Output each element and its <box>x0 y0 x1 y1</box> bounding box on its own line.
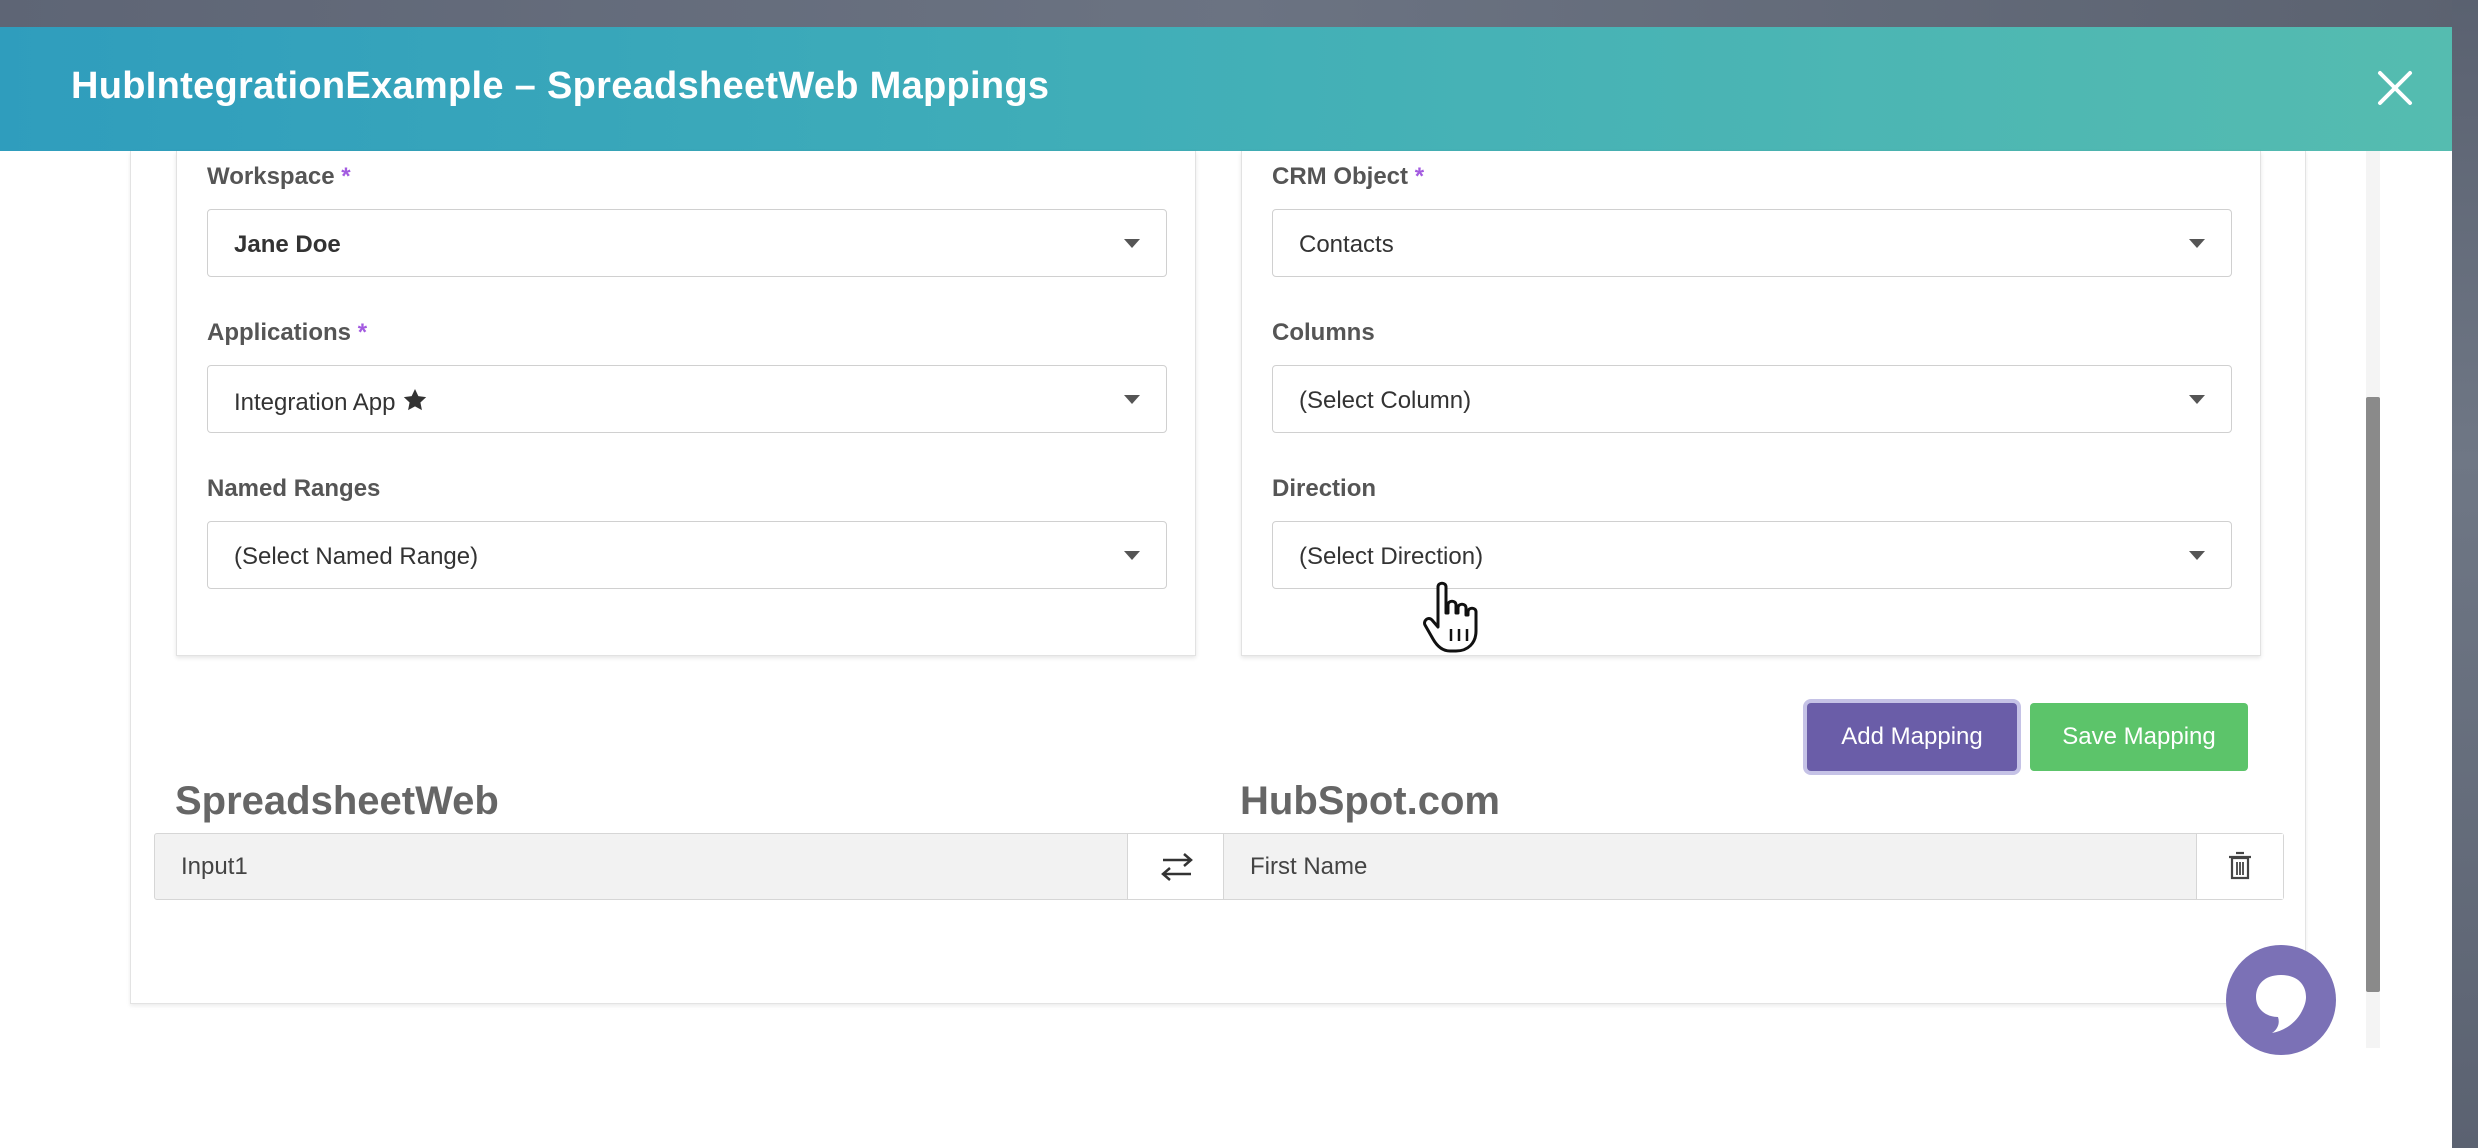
close-button[interactable] <box>2372 65 2418 111</box>
named-ranges-label: Named Ranges <box>207 475 381 502</box>
save-mapping-button[interactable]: Save Mapping <box>2030 703 2248 771</box>
mapping-card: Workspace * Jane Doe Applications * Inte… <box>130 151 2306 1004</box>
delete-mapping-button[interactable] <box>2197 834 2283 899</box>
close-icon <box>2378 71 2412 105</box>
direction-label: Direction <box>1272 475 1377 502</box>
workspace-select[interactable]: Jane Doe <box>207 209 1167 277</box>
scrollbar-thumb[interactable] <box>2366 397 2380 992</box>
workspace-label: Workspace * <box>207 163 351 190</box>
direction-select[interactable]: (Select Direction) <box>1272 521 2232 589</box>
crm-object-select-value: Contacts <box>1299 231 1394 258</box>
trash-icon <box>2229 851 2251 880</box>
modal-title: HubIntegrationExample – SpreadsheetWeb M… <box>71 65 1050 107</box>
applications-select[interactable]: Integration App <box>207 365 1167 433</box>
swap-arrows-icon <box>1161 853 1193 881</box>
crm-object-select[interactable]: Contacts <box>1272 209 2232 277</box>
chevron-down-icon <box>1124 395 1140 404</box>
chevron-down-icon <box>2189 395 2205 404</box>
direction-indicator <box>1127 834 1224 899</box>
chat-widget-button[interactable] <box>2226 945 2336 1055</box>
modal-header: HubIntegrationExample – SpreadsheetWeb M… <box>0 27 2452 151</box>
chat-icon <box>2256 975 2306 1033</box>
columns-select[interactable]: (Select Column) <box>1272 365 2232 433</box>
applications-label: Applications * <box>207 319 368 346</box>
star-icon <box>404 388 427 411</box>
add-mapping-button[interactable]: Add Mapping <box>1807 703 2017 771</box>
workspace-select-value: Jane Doe <box>234 231 341 258</box>
hubspot-column-title: HubSpot.com <box>1240 779 1500 823</box>
spreadsheetweb-column-title: SpreadsheetWeb <box>175 779 499 823</box>
hubspot-settings-panel: CRM Object * Contacts Columns (Select Co… <box>1241 151 2261 656</box>
named-ranges-select[interactable]: (Select Named Range) <box>207 521 1167 589</box>
columns-select-value: (Select Column) <box>1299 387 1472 414</box>
chevron-down-icon <box>2189 239 2205 248</box>
named-ranges-select-value: (Select Named Range) <box>234 543 479 570</box>
mapping-row: Input1 First Name <box>154 833 2284 900</box>
modal-body: Workspace * Jane Doe Applications * Inte… <box>0 151 2452 1148</box>
hand-cursor-icon <box>1423 581 1478 653</box>
crm-object-label: CRM Object * <box>1272 163 1425 190</box>
chevron-down-icon <box>1124 551 1140 560</box>
columns-label: Columns <box>1272 319 1375 346</box>
spreadsheetweb-settings-panel: Workspace * Jane Doe Applications * Inte… <box>176 151 1196 656</box>
backdrop-edge <box>2452 0 2478 1148</box>
mappings-modal: HubIntegrationExample – SpreadsheetWeb M… <box>0 27 2452 1148</box>
chevron-down-icon <box>2189 551 2205 560</box>
chevron-down-icon <box>1124 239 1140 248</box>
backdrop <box>0 0 2478 28</box>
mapping-target-field: First Name <box>1224 834 2197 899</box>
direction-select-value: (Select Direction) <box>1299 543 1484 570</box>
mapping-source-field: Input1 <box>181 853 248 880</box>
applications-select-value: Integration App <box>234 387 429 417</box>
